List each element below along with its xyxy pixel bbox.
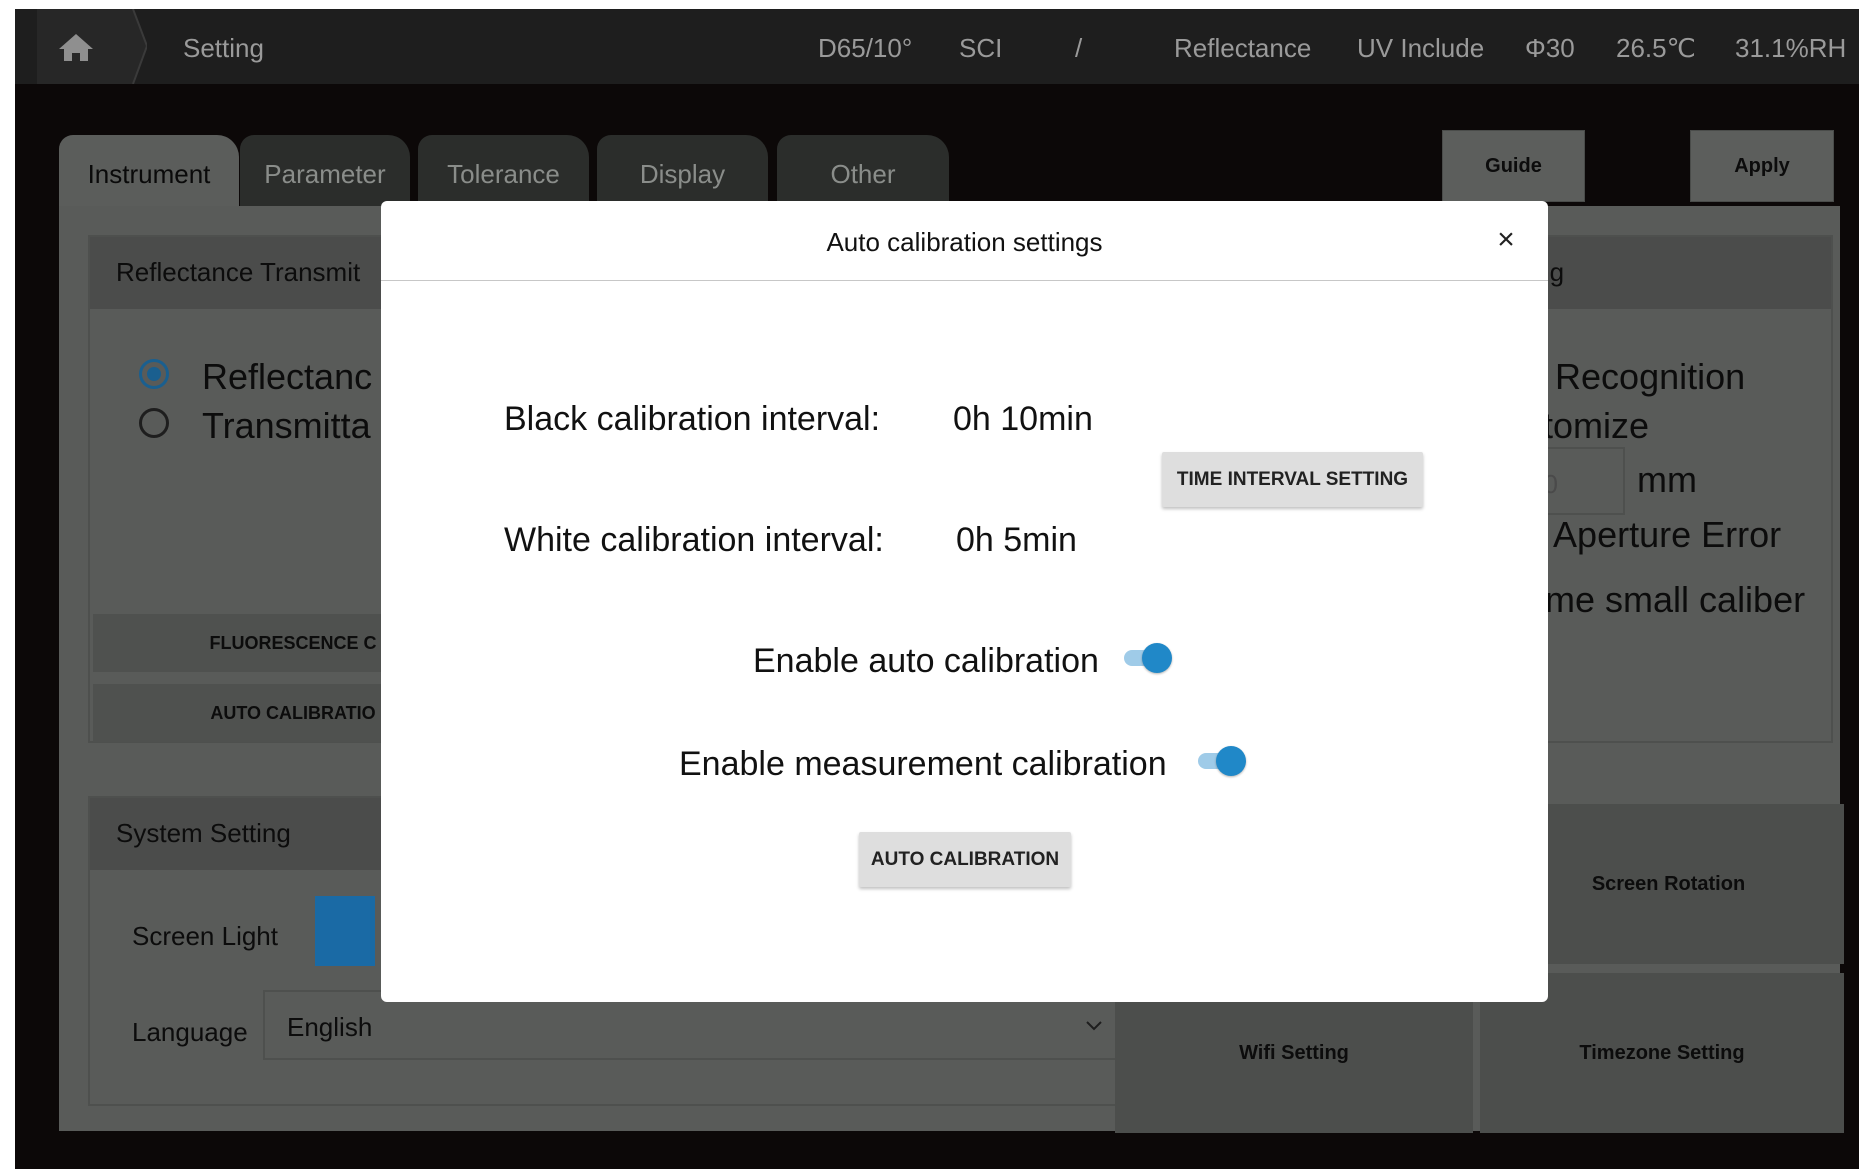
apply-button[interactable]: Apply: [1690, 130, 1834, 202]
black-calibration-label: Black calibration interval:: [504, 400, 881, 438]
illuminant-status: D65/10°: [818, 33, 913, 63]
aperture-error-label: e Aperture Error: [1525, 514, 1782, 555]
white-calibration-value: 0h 5min: [956, 521, 1077, 559]
tab-display[interactable]: Display: [597, 135, 768, 207]
tab-tolerance[interactable]: Tolerance: [418, 135, 589, 207]
close-icon[interactable]: ×: [1491, 223, 1521, 257]
measure-type-status: Reflectance: [1174, 33, 1312, 63]
black-calibration-value: 0h 10min: [953, 400, 1093, 438]
language-label: Language: [132, 1017, 248, 1047]
home-button[interactable]: [37, 9, 147, 84]
aperture-section-title: tting: [1515, 237, 1831, 309]
breadcrumb-setting: Setting: [183, 33, 264, 63]
language-value: English: [287, 1012, 373, 1042]
radio-transmittance-label: Transmitta: [202, 405, 371, 446]
tab-other[interactable]: Other: [777, 135, 949, 207]
auto-recognition-label: o Recognition: [1525, 356, 1746, 397]
enable-measurement-calibration-label: Enable measurement calibration: [679, 745, 1167, 783]
enable-measurement-calibration-toggle[interactable]: [1196, 744, 1246, 776]
auto-calibration-button[interactable]: AUTO CALIBRATION: [859, 832, 1071, 887]
small-caliber-label: ome small caliber: [1525, 579, 1806, 620]
auto-calibration-dialog: Auto calibration settings × Black calibr…: [381, 201, 1548, 1002]
mode-status: SCI: [959, 33, 1003, 63]
radio-transmittance[interactable]: [139, 408, 169, 438]
tab-parameter[interactable]: Parameter: [240, 135, 410, 207]
home-icon: [37, 9, 147, 84]
enable-auto-calibration-label: Enable auto calibration: [753, 642, 1099, 680]
time-interval-setting-button[interactable]: TIME INTERVAL SETTING: [1162, 452, 1423, 507]
humidity-status: 31.1%RH: [1735, 33, 1847, 63]
guide-button[interactable]: Guide: [1442, 130, 1585, 202]
radio-reflectance[interactable]: [139, 359, 169, 389]
screen-light-slider[interactable]: [315, 896, 375, 966]
status-separator: /: [1075, 33, 1083, 63]
dialog-divider: [381, 280, 1548, 281]
unit-mm-label: mm: [1637, 459, 1697, 500]
radio-reflectance-label: Reflectanc: [202, 356, 373, 397]
white-calibration-label: White calibration interval:: [504, 521, 884, 559]
app-screen: Setting D65/10° SCI / Reflectance UV Inc…: [15, 9, 1859, 1169]
chevron-down-icon: [1086, 1021, 1102, 1031]
enable-auto-calibration-toggle[interactable]: [1122, 641, 1172, 673]
top-status-bar: Setting D65/10° SCI / Reflectance UV Inc…: [15, 9, 1859, 84]
screen-light-label: Screen Light: [132, 921, 278, 951]
tab-instrument[interactable]: Instrument: [59, 135, 239, 207]
aperture-status: Φ30: [1525, 33, 1575, 63]
dialog-title: Auto calibration settings: [826, 227, 1103, 257]
uv-status: UV Include: [1357, 33, 1485, 63]
temperature-status: 26.5℃: [1616, 33, 1696, 63]
